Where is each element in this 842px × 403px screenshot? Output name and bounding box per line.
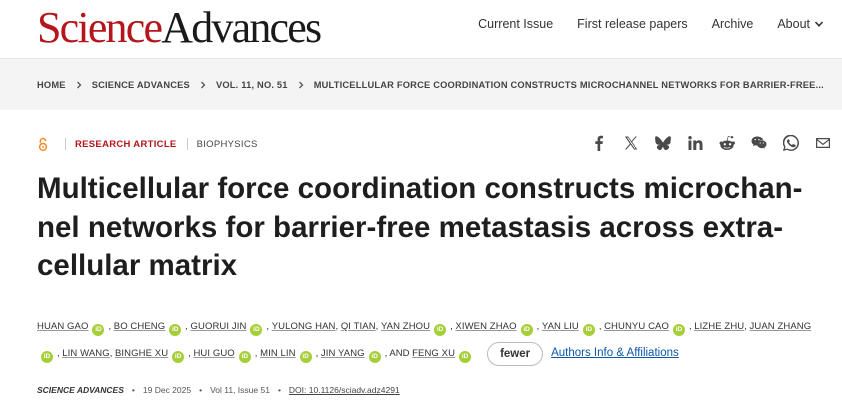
share-x-button[interactable]: [622, 134, 640, 152]
nav-about[interactable]: About: [777, 17, 824, 31]
fewer-authors-button[interactable]: fewer: [487, 341, 544, 366]
author-list: HUAN GAO iD, BO CHENG iD, GUORUI JIN iD, YU…: [37, 313, 827, 367]
author-qi-tian[interactable]: QI TIAN: [341, 321, 376, 332]
author-huan-gao[interactable]: HUAN GAO: [37, 321, 88, 332]
nav-current-issue[interactable]: Current Issue: [478, 17, 553, 31]
share-email-button[interactable]: [814, 134, 832, 152]
linkedin-icon: [688, 136, 703, 150]
author-lin-wang[interactable]: LIN WANG: [62, 348, 109, 359]
site-header: ScienceAdvances Current Issue First rele…: [0, 0, 842, 58]
orcid-icon[interactable]: iD: [672, 324, 685, 336]
orcid-icon[interactable]: iD: [299, 351, 312, 364]
orcid-icon[interactable]: iD: [41, 351, 53, 364]
share-whatsapp-button[interactable]: [782, 134, 800, 152]
share-bar: [590, 134, 832, 152]
breadcrumb-article: MULTICELLULAR FORCE COORDINATION CONSTRU…: [313, 80, 824, 90]
orcid-icon[interactable]: iD: [459, 351, 472, 364]
author-yulong-han[interactable]: YULONG HAN: [272, 321, 336, 332]
facebook-icon: [595, 135, 603, 151]
author-yan-liu[interactable]: YAN LIU: [542, 321, 579, 332]
author-hui-guo[interactable]: HUI GUO: [193, 348, 234, 359]
bluesky-icon: [655, 136, 671, 151]
article-title: Multicellular force coordination constru…: [37, 172, 803, 282]
x-icon: [625, 136, 638, 150]
author-guorui-jin[interactable]: GUORUI JIN: [191, 321, 247, 332]
author-juan-zhang[interactable]: JUAN ZHANG: [750, 321, 812, 332]
author-feng-xu[interactable]: FENG XU: [412, 348, 455, 359]
breadcrumb: HOME SCIENCE ADVANCES VOL. 11, NO. 51 MU…: [37, 80, 824, 90]
nav-label: First release papers: [577, 17, 688, 31]
nav-label: Archive: [711, 17, 754, 31]
orcid-icon[interactable]: iD: [238, 351, 251, 364]
breadcrumb-journal[interactable]: SCIENCE ADVANCES: [92, 80, 190, 90]
divider: [65, 138, 66, 150]
article-citation-meta: SCIENCE ADVANCES • 19 Dec 2025 • Vol 11,…: [37, 385, 400, 395]
author-yan-zhou[interactable]: YAN ZHOU: [381, 321, 430, 332]
author-xiwen-zhao[interactable]: XIWEN ZHAO: [455, 321, 516, 332]
orcid-icon[interactable]: iD: [169, 324, 182, 336]
publication-date: 19 Dec 2025: [142, 385, 192, 395]
share-linkedin-button[interactable]: [686, 134, 704, 152]
share-bluesky-button[interactable]: [654, 134, 672, 152]
reddit-icon: [719, 136, 735, 150]
orcid-icon[interactable]: iD: [172, 351, 185, 364]
article-type: RESEARCH ARTICLE: [75, 138, 177, 150]
orcid-icon[interactable]: iD: [520, 324, 533, 336]
nav-label: Current Issue: [478, 17, 554, 31]
open-access-icon: [38, 137, 48, 151]
whatsapp-icon: [783, 135, 799, 151]
breadcrumb-home[interactable]: HOME: [37, 80, 66, 90]
nav-label: About: [777, 17, 810, 31]
main-nav: Current Issue First release papers Archi…: [478, 17, 824, 31]
orcid-icon[interactable]: iD: [92, 324, 105, 336]
wechat-icon: [751, 136, 767, 149]
chevron-right-icon: [298, 81, 304, 89]
authors-info-affiliations-link[interactable]: Authors Info & Affiliations: [551, 347, 679, 359]
author-binghe-xu[interactable]: BINGHE XU: [115, 348, 168, 359]
separator-dot: •: [131, 385, 135, 395]
author-lizhe-zhu[interactable]: LIZHE ZHU: [694, 321, 744, 332]
separator-dot: •: [199, 385, 203, 395]
orcid-icon[interactable]: iD: [434, 324, 447, 336]
doi-link[interactable]: DOI: 10.1126/sciadv.adz4291: [289, 385, 400, 395]
chevron-down-icon: [814, 21, 824, 27]
chevron-right-icon: [76, 81, 82, 89]
share-facebook-button[interactable]: [590, 134, 608, 152]
separator-dot: •: [277, 385, 281, 395]
logo-part-science: Science: [37, 3, 163, 52]
nav-archive[interactable]: Archive: [712, 17, 754, 31]
orcid-icon[interactable]: iD: [250, 324, 263, 336]
volume-issue[interactable]: Vol 11, Issue 51: [210, 385, 270, 395]
orcid-icon[interactable]: iD: [368, 351, 381, 364]
logo-part-advances: Advances: [161, 3, 322, 52]
chevron-right-icon: [200, 81, 206, 89]
journal-name[interactable]: SCIENCE ADVANCES: [37, 385, 124, 395]
author-bo-cheng[interactable]: BO CHENG: [114, 321, 165, 332]
author-and: AND: [389, 348, 410, 360]
article-subject[interactable]: BIOPHYSICS: [197, 139, 258, 150]
orcid-icon[interactable]: iD: [582, 324, 595, 336]
article-meta-row: RESEARCH ARTICLE BIOPHYSICS: [37, 136, 258, 152]
nav-first-release-papers[interactable]: First release papers: [577, 17, 687, 31]
breadcrumb-bar: HOME SCIENCE ADVANCES VOL. 11, NO. 51 MU…: [0, 58, 842, 110]
divider: [186, 138, 188, 150]
author-jin-yang[interactable]: JIN YANG: [321, 348, 365, 359]
share-wechat-button[interactable]: [750, 134, 768, 152]
science-advances-logo[interactable]: ScienceAdvances: [37, 3, 322, 52]
breadcrumb-issue[interactable]: VOL. 11, NO. 51: [216, 80, 288, 90]
author-min-lin[interactable]: MIN LIN: [260, 348, 296, 359]
author-chunyu-cao[interactable]: CHUNYU CAO: [604, 321, 669, 332]
share-reddit-button[interactable]: [718, 134, 736, 152]
email-icon: [816, 138, 830, 148]
